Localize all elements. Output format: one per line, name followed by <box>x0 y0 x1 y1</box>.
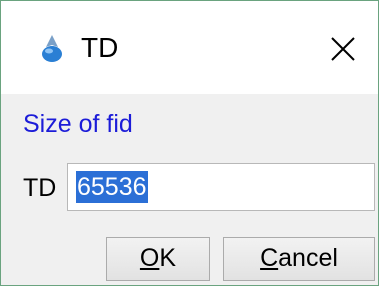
td-dialog: TD Size of fid TD 65536 OK Cancel <box>0 0 379 286</box>
td-input[interactable]: 65536 <box>67 163 375 211</box>
ok-button-label: K <box>159 244 177 272</box>
topspin-app-icon <box>39 34 65 64</box>
cancel-button-mnemonic: C <box>260 244 279 272</box>
window-title: TD <box>81 32 119 63</box>
td-input-value: 65536 <box>76 171 148 203</box>
ok-button[interactable]: OK <box>106 237 210 281</box>
ok-button-mnemonic: O <box>139 244 160 272</box>
close-icon <box>331 37 355 61</box>
close-button[interactable] <box>321 27 365 71</box>
cancel-button[interactable]: Cancel <box>223 237 375 281</box>
td-field-label: TD <box>23 174 57 202</box>
cancel-button-label: ancel <box>278 244 338 272</box>
section-label: Size of fid <box>23 110 133 138</box>
title-bar[interactable]: TD <box>1 1 378 94</box>
